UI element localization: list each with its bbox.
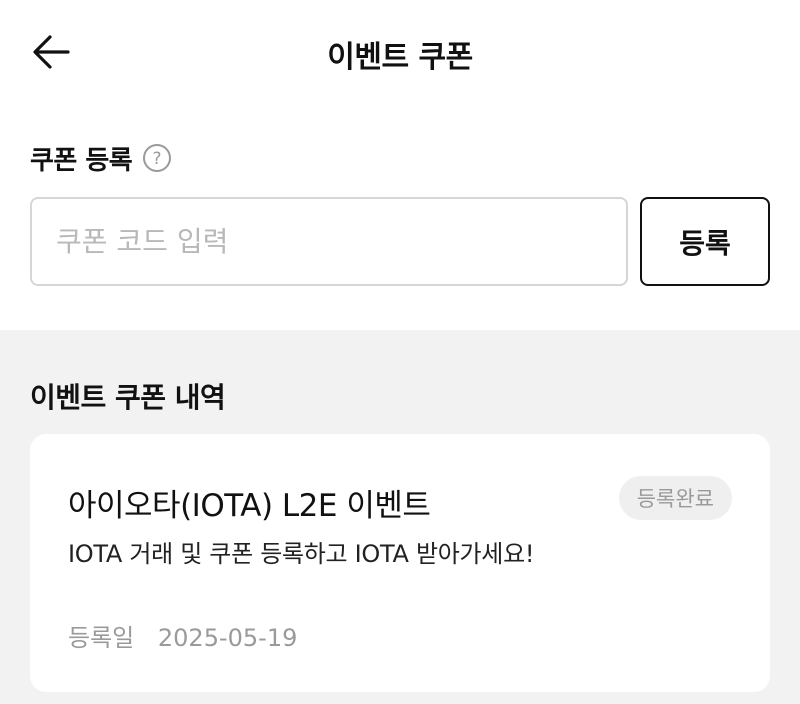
registered-date-label: 등록일 bbox=[68, 624, 135, 652]
registered-date-value: 2025-05-19 bbox=[157, 624, 298, 652]
coupon-code-input[interactable] bbox=[30, 197, 628, 286]
status-badge: 등록완료 bbox=[618, 476, 732, 520]
svg-text:?: ? bbox=[153, 149, 162, 169]
top-app-bar: 이벤트 쿠폰 bbox=[0, 0, 800, 104]
coupon-history-title: 이벤트 쿠폰 내역 bbox=[30, 381, 226, 414]
coupon-input-row: 등록 bbox=[30, 197, 770, 286]
coupon-history-section: 이벤트 쿠폰 내역 아이오타(IOTA) L2E 이벤트 등록완료 IOTA 거… bbox=[0, 330, 800, 704]
register-button[interactable]: 등록 bbox=[640, 197, 770, 286]
coupon-register-label-row: 쿠폰 등록 ? bbox=[30, 138, 770, 178]
coupon-card-description: IOTA 거래 및 쿠폰 등록하고 IOTA 받아가세요! bbox=[68, 540, 535, 568]
coupon-card[interactable]: 아이오타(IOTA) L2E 이벤트 등록완료 IOTA 거래 및 쿠폰 등록하… bbox=[30, 434, 770, 692]
coupon-card-date-row: 등록일 2025-05-19 bbox=[68, 618, 297, 653]
question-circle-icon[interactable]: ? bbox=[142, 143, 172, 173]
page-title: 이벤트 쿠폰 bbox=[327, 40, 473, 75]
coupon-register-section: 쿠폰 등록 ? bbox=[30, 138, 770, 178]
coupon-card-title: 아이오타(IOTA) L2E 이벤트 bbox=[68, 488, 431, 524]
coupon-register-label: 쿠폰 등록 bbox=[30, 145, 133, 176]
